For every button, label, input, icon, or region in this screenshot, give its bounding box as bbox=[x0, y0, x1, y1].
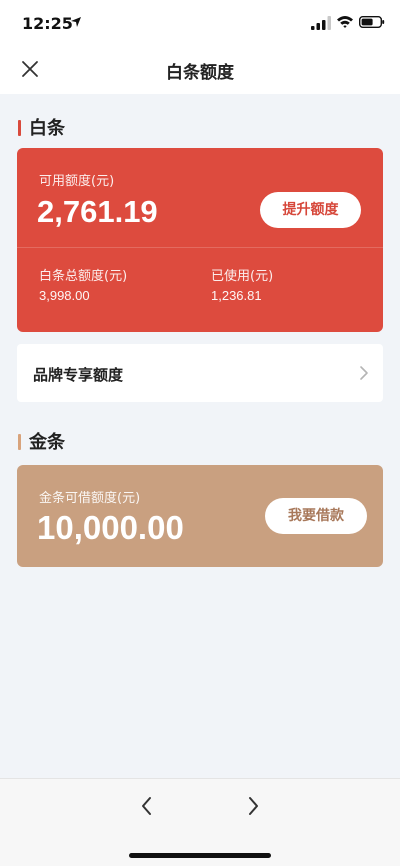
available-credit-label: 可用额度(元) bbox=[39, 174, 115, 189]
wifi-icon bbox=[337, 16, 353, 28]
section-title-baitiao-label: 白条 bbox=[29, 118, 65, 139]
borrow-button[interactable]: 我要借款 bbox=[265, 498, 367, 534]
available-credit-value: 2,761.19 bbox=[37, 194, 158, 229]
total-credit-value: 3,998.00 bbox=[39, 288, 90, 303]
location-arrow-icon bbox=[71, 17, 81, 27]
section-accent-bar bbox=[18, 120, 21, 136]
page-title: 白条额度 bbox=[166, 63, 234, 83]
raise-limit-button[interactable]: 提升额度 bbox=[260, 192, 361, 228]
total-credit-label: 白条总额度(元) bbox=[39, 269, 128, 284]
status-time: 12:25 bbox=[22, 14, 73, 33]
chevron-right-icon bbox=[360, 366, 368, 380]
top-bar: 12:25 白条额度 bbox=[0, 0, 400, 94]
browser-toolbar bbox=[0, 778, 400, 866]
borrowable-credit-value: 10,000.00 bbox=[37, 509, 184, 546]
borrowable-credit-label: 金条可借额度(元) bbox=[39, 491, 141, 506]
status-bar: 12:25 bbox=[0, 0, 400, 44]
card-divider bbox=[17, 247, 383, 248]
brand-credit-row[interactable]: 品牌专享额度 bbox=[17, 344, 383, 402]
battery-icon bbox=[359, 16, 385, 28]
back-arrow-icon[interactable] bbox=[139, 795, 155, 817]
used-credit-label: 已使用(元) bbox=[211, 269, 274, 284]
section-accent-bar bbox=[18, 434, 21, 450]
forward-arrow-icon[interactable] bbox=[245, 795, 261, 817]
section-title-baitiao: 白条 bbox=[18, 114, 65, 140]
section-title-jintiao-label: 金条 bbox=[29, 432, 65, 453]
section-title-jintiao: 金条 bbox=[18, 428, 65, 454]
brand-credit-label: 品牌专享额度 bbox=[33, 366, 124, 384]
baitiao-card: 可用额度(元) 2,761.19 提升额度 白条总额度(元) 3,998.00 … bbox=[17, 148, 383, 332]
cellular-signal-icon bbox=[311, 16, 331, 30]
used-credit-value: 1,236.81 bbox=[211, 288, 262, 303]
home-indicator bbox=[129, 853, 271, 858]
jintiao-card: 金条可借额度(元) 10,000.00 我要借款 bbox=[17, 465, 383, 567]
